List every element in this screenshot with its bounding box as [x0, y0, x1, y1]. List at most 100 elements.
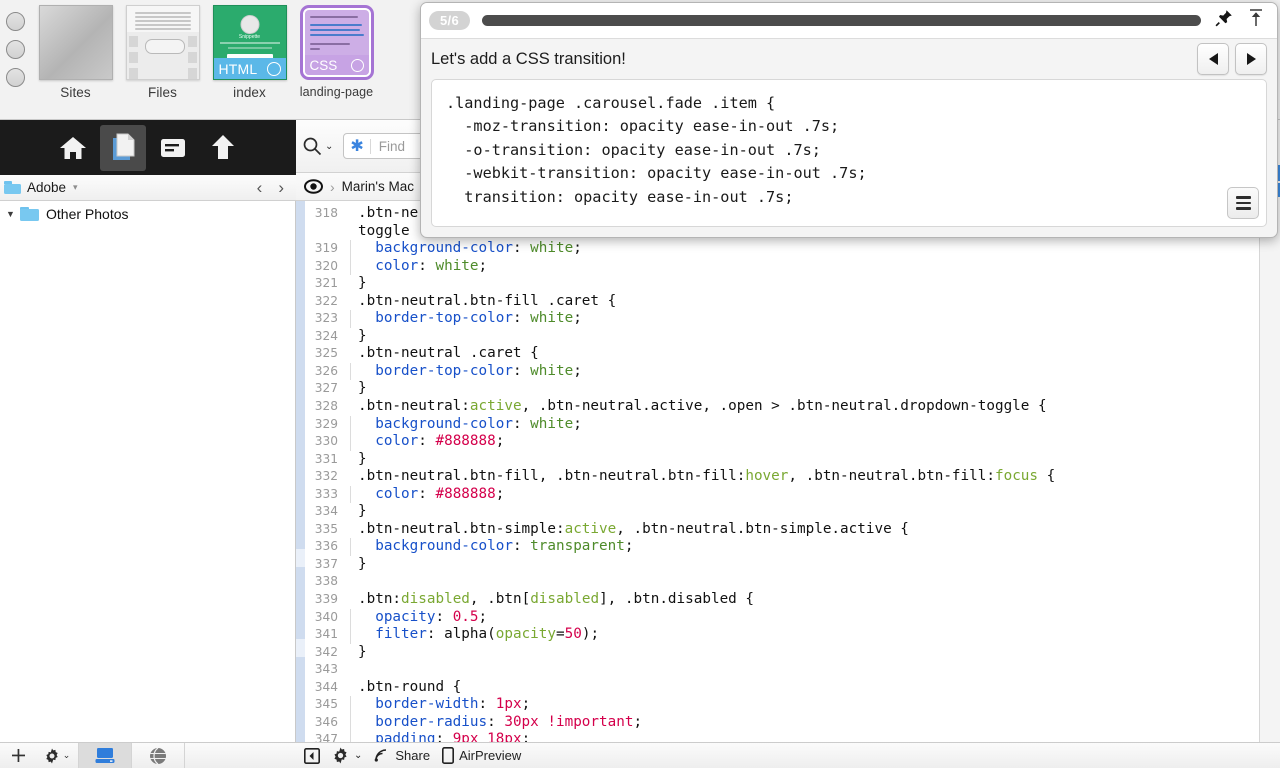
settings-button[interactable]: ⌄ [36, 743, 78, 768]
code-line[interactable]: 337} [305, 556, 1280, 574]
landing-page-thumbnail-selected[interactable]: CSS [299, 5, 374, 80]
line-content[interactable]: .btn-ne [349, 205, 418, 223]
chevron-down-icon[interactable]: ⌄ [325, 141, 333, 152]
thumbnail-item-sites[interactable]: Sites [32, 5, 119, 100]
code-line[interactable]: 320 color: white; [305, 257, 1280, 276]
code-line[interactable]: 346 border-radius: 30px !important; [305, 713, 1280, 732]
computer-button[interactable] [79, 742, 131, 768]
line-content[interactable]: .btn:disabled, .btn[disabled], .btn.disa… [349, 591, 754, 609]
breadcrumb-path[interactable]: Marin's Mac [342, 179, 414, 194]
tutorial-popup[interactable]: 5/6 Let's add a CSS transition! .landing… [420, 2, 1278, 238]
line-content[interactable]: background-color: white; [349, 415, 582, 434]
code-editor[interactable]: 318 .btn-ne toggle 319 background-color: wh… [296, 201, 1280, 742]
settings-button[interactable]: ⌄ [332, 747, 362, 764]
thumbnail-item-index[interactable]: Snippette HTML index [206, 5, 293, 100]
search-dropdown-button[interactable]: ⌄ [302, 136, 333, 156]
sites-thumbnail-image[interactable] [38, 5, 113, 80]
code-line[interactable]: 344 .btn-round { [305, 679, 1280, 697]
add-button[interactable] [0, 743, 36, 768]
thumbnail-item-landing-page[interactable]: CSS landing-page [293, 5, 380, 100]
forward-button[interactable]: › [278, 178, 284, 198]
next-step-button[interactable] [1235, 43, 1267, 75]
chevron-down-icon[interactable]: ▾ [73, 182, 78, 193]
code-line[interactable]: 343 [305, 661, 1280, 679]
line-content[interactable]: } [349, 503, 367, 521]
nav-notes-button[interactable] [150, 125, 196, 171]
line-content[interactable]: } [349, 380, 367, 398]
popup-code-snippet[interactable]: .landing-page .carousel.fade .item { -mo… [431, 79, 1267, 227]
code-line[interactable]: 342} [305, 644, 1280, 662]
line-content[interactable]: filter: alpha(opacity=50); [349, 626, 599, 644]
pushpin-icon[interactable] [1215, 9, 1233, 32]
nav-files-button[interactable] [100, 124, 146, 171]
line-content[interactable]: color: #888888; [349, 485, 504, 504]
code-line[interactable]: 345 border-width: 1px; [305, 696, 1280, 714]
line-content[interactable]: .btn-neutral.btn-simple:active, .btn-neu… [349, 521, 909, 539]
page-dot[interactable] [6, 40, 25, 59]
toggle-panel-button[interactable] [304, 747, 320, 764]
line-content[interactable]: border-radius: 30px !important; [349, 713, 642, 732]
code-line[interactable]: 329 background-color: white; [305, 415, 1280, 434]
line-content[interactable]: } [349, 556, 367, 574]
line-content[interactable]: color: #888888; [349, 433, 504, 451]
code-line[interactable]: 338 [305, 573, 1280, 591]
line-content[interactable]: } [349, 644, 367, 662]
line-content[interactable]: .btn-round { [349, 679, 461, 697]
code-line[interactable]: 328 .btn-neutral:active, .btn-neutral.act… [305, 398, 1280, 416]
code-line[interactable]: 330 color: #888888; [305, 433, 1280, 451]
code-line[interactable]: 336 background-color: transparent; [305, 538, 1280, 556]
line-content[interactable]: color: white; [349, 257, 487, 276]
code-line[interactable]: 327} [305, 380, 1280, 398]
line-content[interactable]: background-color: white; [349, 240, 582, 258]
sidebar-item-other-photos[interactable]: ▼ Other Photos [0, 201, 295, 226]
code-line[interactable]: 326 border-top-color: white; [305, 362, 1280, 381]
collapse-up-icon[interactable] [1247, 8, 1265, 33]
line-content[interactable]: border-top-color: white; [349, 310, 582, 328]
path-folder-name[interactable]: Adobe [27, 180, 66, 195]
line-content[interactable]: border-top-color: white; [349, 362, 582, 381]
line-content[interactable]: } [349, 275, 367, 293]
globe-button[interactable] [132, 743, 184, 768]
code-line[interactable]: 339 .btn:disabled, .btn[disabled], .btn.d… [305, 591, 1280, 609]
chevron-down-icon[interactable]: ⌄ [354, 750, 362, 761]
hamburger-icon[interactable] [1227, 187, 1259, 219]
code-line[interactable]: 322 .btn-neutral.btn-fill .caret { [305, 293, 1280, 311]
index-thumbnail-image[interactable]: Snippette HTML [212, 5, 287, 80]
line-content[interactable]: .btn-neutral:active, .btn-neutral.active… [349, 398, 1047, 416]
line-content[interactable]: .btn-neutral .caret { [349, 345, 539, 363]
page-dot[interactable] [6, 12, 25, 31]
code-line[interactable]: 319 background-color: white; [305, 240, 1280, 258]
code-line[interactable]: 347 padding: 9px 18px; [305, 731, 1280, 742]
back-button[interactable]: ‹ [257, 178, 263, 198]
line-content[interactable]: opacity: 0.5; [349, 608, 487, 627]
code-line[interactable]: 340 opacity: 0.5; [305, 608, 1280, 627]
code-line[interactable]: 333 color: #888888; [305, 485, 1280, 504]
code-line[interactable]: 334} [305, 503, 1280, 521]
share-button[interactable]: Share [374, 748, 430, 763]
code-line[interactable]: 324} [305, 328, 1280, 346]
code-line[interactable]: 332 .btn-neutral.btn-fill, .btn-neutral.b… [305, 468, 1280, 486]
line-content[interactable]: toggle [349, 223, 410, 241]
line-content[interactable]: .btn-neutral.btn-fill, .btn-neutral.btn-… [349, 468, 1055, 486]
line-content[interactable]: } [349, 328, 367, 346]
line-content[interactable]: background-color: transparent; [349, 538, 633, 556]
page-dot[interactable] [6, 68, 25, 87]
disclosure-triangle-icon[interactable]: ▼ [6, 209, 20, 219]
nav-upload-button[interactable] [200, 125, 246, 171]
code-line[interactable]: 335 .btn-neutral.btn-simple:active, .btn-… [305, 521, 1280, 539]
airpreview-button[interactable]: AirPreview [442, 747, 521, 764]
line-content[interactable]: .btn-neutral.btn-fill .caret { [349, 293, 616, 311]
code-line[interactable]: 321} [305, 275, 1280, 293]
nav-home-button[interactable] [50, 125, 96, 171]
code-line[interactable]: 325 .btn-neutral .caret { [305, 345, 1280, 363]
code-line[interactable]: 331} [305, 451, 1280, 469]
thumbnail-item-files[interactable]: Files [119, 5, 206, 100]
code-line[interactable]: 323 border-top-color: white; [305, 310, 1280, 328]
line-content[interactable]: border-width: 1px; [349, 696, 530, 714]
files-thumbnail-image[interactable] [125, 5, 200, 80]
code-line[interactable]: 341 filter: alpha(opacity=50); [305, 626, 1280, 644]
line-content[interactable]: padding: 9px 18px; [349, 731, 530, 742]
previous-step-button[interactable] [1197, 43, 1229, 75]
chevron-down-icon[interactable]: ⌄ [63, 750, 71, 761]
line-content[interactable]: } [349, 451, 367, 469]
